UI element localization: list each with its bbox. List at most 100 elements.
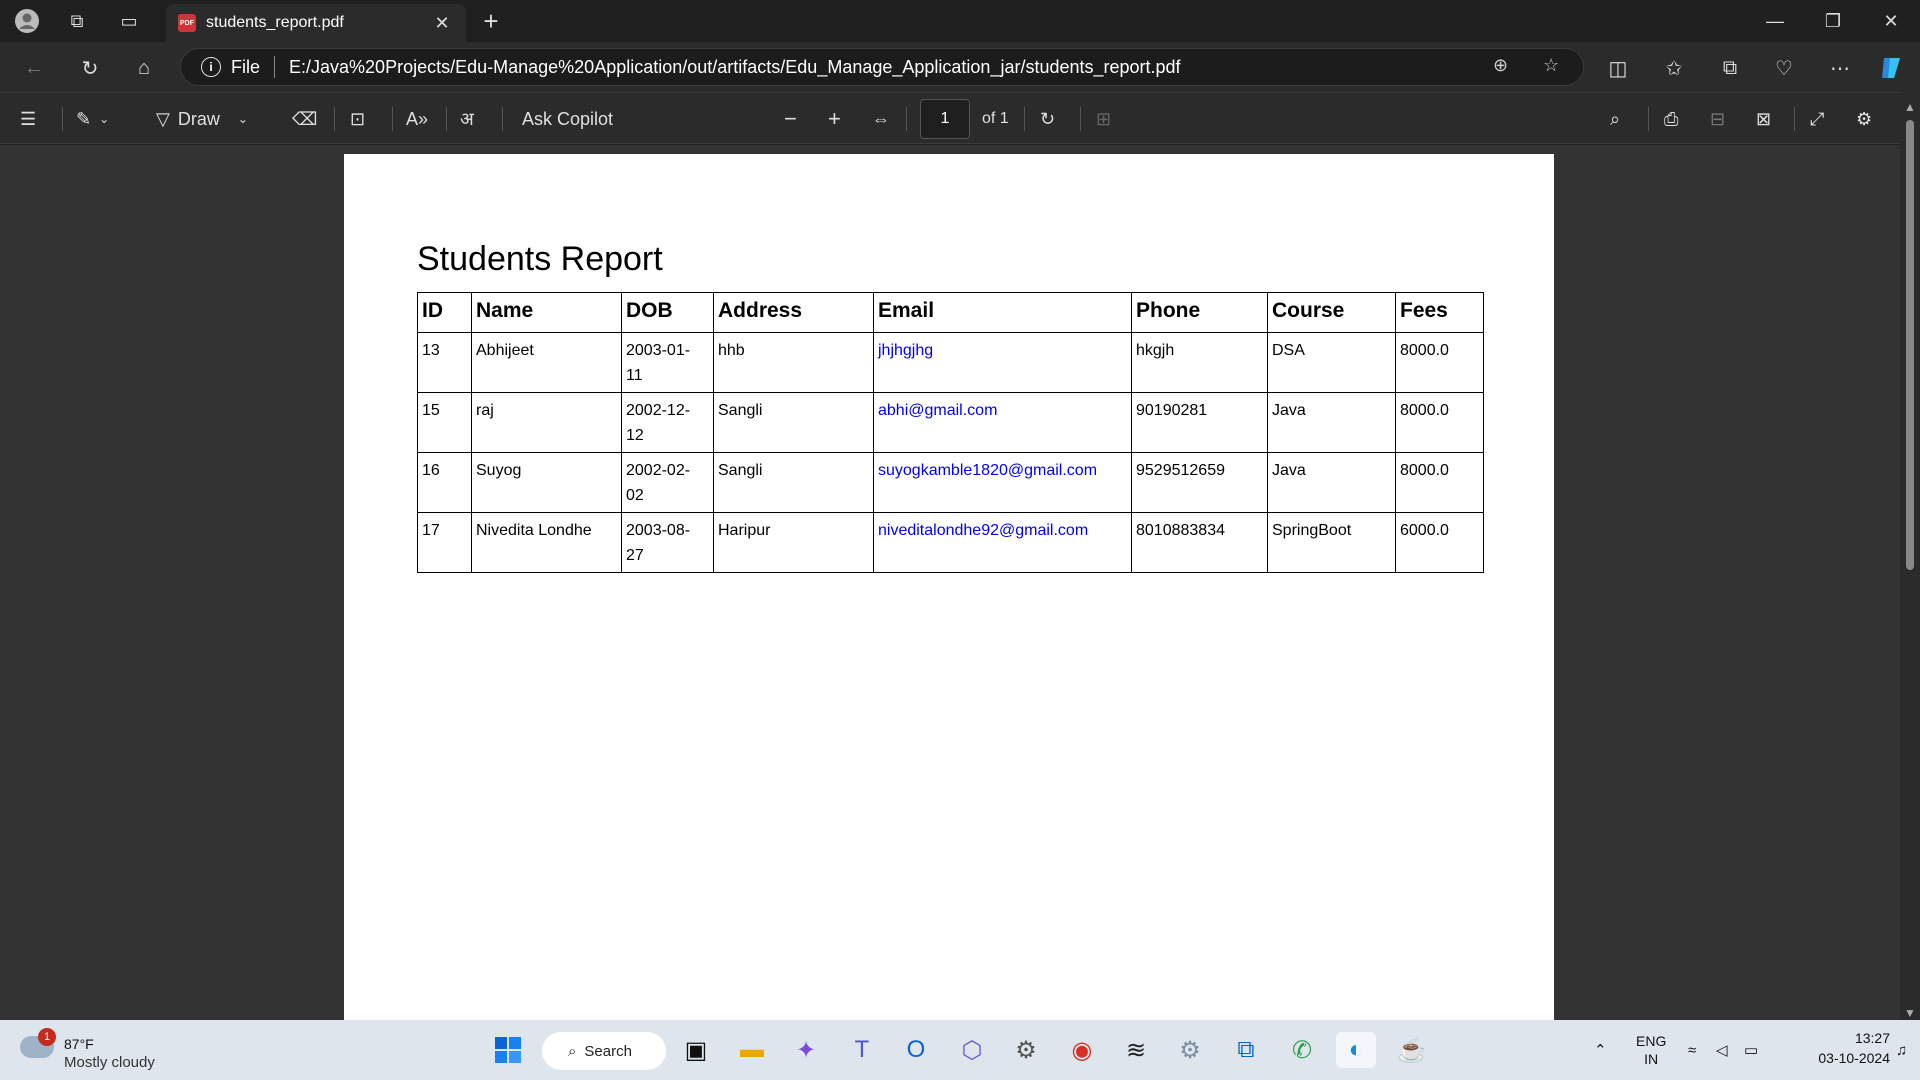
cell-email-link[interactable]: niveditalondhe92@gmail.com xyxy=(873,512,1132,573)
tab-students-report[interactable]: PDF students_report.pdf ✕ xyxy=(166,4,466,42)
chevron-down-icon[interactable]: ⌄ xyxy=(99,112,109,126)
cell-course: DSA xyxy=(1267,332,1396,393)
favorite-star-icon[interactable]: ☆ xyxy=(1543,55,1559,76)
browser-titlebar: ⧉ ▭ PDF students_report.pdf ✕ + — ❐ ✕ xyxy=(0,0,1920,42)
browser-essentials-icon[interactable]: ♡ xyxy=(1768,52,1800,84)
workspaces-icon[interactable]: ⧉ xyxy=(62,6,92,36)
home-icon[interactable]: ⌂ xyxy=(128,52,160,84)
language-indicator[interactable]: ENG IN xyxy=(1636,1020,1666,1080)
close-window-button[interactable]: ✕ xyxy=(1862,0,1920,42)
toolbar-divider xyxy=(906,107,907,131)
vertical-scrollbar[interactable]: ▲ ▼ xyxy=(1900,92,1920,1020)
java-app-icon[interactable]: ☕ xyxy=(1392,1032,1432,1068)
start-button[interactable] xyxy=(488,1032,528,1068)
loop-app-icon[interactable]: ⬡ xyxy=(952,1032,992,1068)
close-tab-button[interactable]: ✕ xyxy=(430,13,454,34)
scrollbar-thumb[interactable] xyxy=(1906,120,1914,570)
tab-title: students_report.pdf xyxy=(206,14,344,31)
notifications-bell-icon[interactable]: ♫ xyxy=(1896,1020,1907,1080)
cell-address: Sangli xyxy=(713,392,874,453)
more-menu-icon[interactable]: ⋯ xyxy=(1824,52,1856,84)
split-screen-icon[interactable]: ◫ xyxy=(1602,52,1634,84)
save-icon[interactable]: ⊟ xyxy=(1710,105,1725,133)
text-box-icon[interactable]: ⊡ xyxy=(350,105,365,133)
fit-page-icon[interactable]: ⇔ xyxy=(872,105,890,133)
battery-icon[interactable]: ▭ xyxy=(1744,1020,1758,1080)
tray-overflow-chevron-icon[interactable]: ⌃ xyxy=(1594,1020,1607,1080)
favorites-icon[interactable]: ✩ xyxy=(1658,52,1690,84)
remote-desktop-icon[interactable]: ⧉ xyxy=(1226,1032,1266,1068)
copilot-icon[interactable] xyxy=(1876,52,1908,84)
cell-id: 15 xyxy=(417,392,472,453)
cell-name: raj xyxy=(471,392,622,453)
dob-line1: 2002-02- xyxy=(626,462,691,479)
translate-icon[interactable]: अ xyxy=(460,105,474,133)
fullscreen-icon[interactable]: ⤢ xyxy=(1810,105,1824,133)
toolbar-divider xyxy=(502,107,503,131)
taskbar-search[interactable]: ⌕ Search xyxy=(542,1032,666,1070)
clock-date: 03-10-2024 xyxy=(1818,1050,1890,1066)
network-app-icon[interactable]: ⚙ xyxy=(1170,1032,1210,1068)
zoom-icon[interactable]: ⊕ xyxy=(1493,55,1508,76)
dob-line2: 12 xyxy=(626,427,644,444)
ask-copilot-button[interactable]: Ask Copilot xyxy=(522,105,613,133)
cell-email-link[interactable]: suyogkamble1820@gmail.com xyxy=(873,452,1132,513)
zoom-in-icon[interactable]: + xyxy=(828,105,841,133)
new-tab-button[interactable]: + xyxy=(476,6,506,36)
report-title: Students Report xyxy=(417,240,663,278)
whatsapp-icon[interactable]: ✆ xyxy=(1282,1032,1322,1068)
cell-email-link[interactable]: abhi@gmail.com xyxy=(873,392,1132,453)
teams-icon[interactable]: T xyxy=(842,1032,882,1068)
collections-icon[interactable]: ⧉ xyxy=(1714,52,1746,84)
refresh-icon[interactable]: ↻ xyxy=(74,52,106,84)
task-view-icon[interactable]: ▣ xyxy=(676,1032,716,1068)
chrome-icon[interactable]: ◉ xyxy=(1062,1032,1102,1068)
scroll-down-arrow-icon[interactable]: ▼ xyxy=(1904,1006,1916,1020)
back-arrow-icon[interactable]: ← xyxy=(18,52,50,84)
read-aloud-icon[interactable]: A» xyxy=(406,105,428,133)
volume-icon[interactable]: ◁ xyxy=(1716,1020,1728,1080)
find-search-icon[interactable]: ⌕ xyxy=(1610,105,1620,133)
scroll-up-arrow-icon[interactable]: ▲ xyxy=(1904,100,1916,114)
col-address: Address xyxy=(713,292,874,333)
cell-dob: 2002-12- 12 xyxy=(621,392,714,453)
print-icon[interactable]: ⎙ xyxy=(1664,105,1678,133)
col-email: Email xyxy=(873,292,1132,333)
settings-gear-icon[interactable]: ⚙ xyxy=(1856,105,1872,133)
tab-actions-icon[interactable]: ▭ xyxy=(114,6,144,36)
contents-list-icon[interactable]: ☰ xyxy=(20,105,36,133)
outlook-icon[interactable]: O xyxy=(896,1032,936,1068)
draw-button[interactable]: ▽ Draw ⌄ xyxy=(156,105,248,133)
copilot-app-icon[interactable]: ✦ xyxy=(786,1032,826,1068)
waves-app-icon[interactable]: ≋ xyxy=(1116,1032,1156,1068)
page-total: of 1 xyxy=(982,110,1009,127)
edge-browser-icon[interactable]: ◐ xyxy=(1336,1032,1376,1068)
address-bar[interactable]: i File E:/Java%20Projects/Edu-Manage%20A… xyxy=(180,48,1584,86)
address-url[interactable]: E:/Java%20Projects/Edu-Manage%20Applicat… xyxy=(289,57,1181,78)
save-as-icon[interactable]: ⊠ xyxy=(1756,105,1771,133)
eraser-icon[interactable]: ⌫ xyxy=(292,105,317,133)
info-icon[interactable]: i xyxy=(201,57,221,77)
system-clock[interactable]: 13:27 03-10-2024 xyxy=(1780,1028,1890,1068)
zoom-out-icon[interactable]: − xyxy=(784,105,797,133)
pdf-page: Students Report ID Name DOB Address Emai… xyxy=(344,154,1554,1020)
page-view-icon[interactable]: ⊞ xyxy=(1096,105,1111,133)
file-explorer-icon[interactable]: ▬ xyxy=(732,1032,772,1068)
cell-email-link[interactable]: jhjhgjhg xyxy=(873,332,1132,393)
page-number-input[interactable]: 1 xyxy=(920,99,970,139)
browser-navbar: ← ↻ ⌂ i File E:/Java%20Projects/Edu-Mana… xyxy=(0,42,1920,92)
wifi-icon[interactable]: ≈ xyxy=(1688,1020,1696,1080)
pdf-viewer[interactable]: Students Report ID Name DOB Address Emai… xyxy=(0,145,1900,1020)
settings-app-icon[interactable]: ⚙ xyxy=(1006,1032,1046,1068)
profile-icon[interactable] xyxy=(12,6,42,36)
highlight-icon[interactable]: ✎ ⌄ xyxy=(76,105,109,133)
chevron-down-icon[interactable]: ⌄ xyxy=(238,112,248,126)
restore-button[interactable]: ❐ xyxy=(1804,0,1862,42)
minimize-button[interactable]: — xyxy=(1746,0,1804,42)
cell-phone: 9529512659 xyxy=(1131,452,1268,513)
cell-address: Sangli xyxy=(713,452,874,513)
toolbar-divider xyxy=(392,107,393,131)
weather-widget[interactable]: 1 87°F Mostly cloudy xyxy=(20,1028,180,1072)
rotate-icon[interactable]: ↻ xyxy=(1040,105,1055,133)
table-row: 17 Nivedita Londhe 2003-08- 27 Haripur ni… xyxy=(417,512,1484,573)
